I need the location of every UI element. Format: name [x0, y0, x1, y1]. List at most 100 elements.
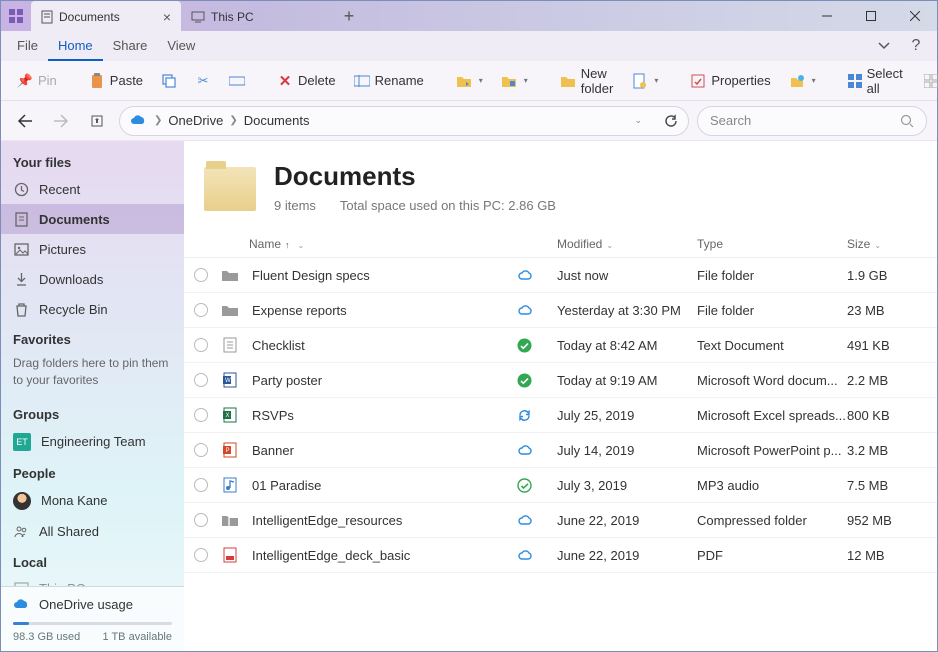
row-select[interactable] — [194, 268, 208, 282]
file-type-icon: W — [220, 371, 240, 389]
tab-close-button[interactable]: × — [163, 9, 171, 25]
forward-button[interactable] — [47, 107, 75, 135]
sidebar-local-item[interactable]: This PC — [1, 574, 184, 586]
file-type-icon — [220, 266, 240, 284]
file-type-icon — [220, 336, 240, 354]
tab-this-pc[interactable]: This PC — [181, 1, 331, 31]
file-modified: July 14, 2019 — [557, 443, 697, 458]
new-tab-button[interactable]: + — [331, 1, 367, 31]
file-row[interactable]: WParty posterToday at 9:19 AMMicrosoft W… — [184, 363, 937, 398]
sidebar-item-documents[interactable]: Documents — [1, 204, 184, 234]
sidebar-item-downloads[interactable]: Downloads — [1, 264, 184, 294]
open-icon — [789, 73, 805, 89]
sidebar-people-item[interactable]: All Shared — [1, 517, 184, 547]
file-name: RSVPs — [252, 408, 517, 423]
col-type[interactable]: Type — [697, 237, 847, 251]
copy-icon — [161, 73, 177, 89]
row-select[interactable] — [194, 548, 208, 562]
select-all-button[interactable]: Select all — [842, 62, 911, 100]
chevron-down-icon[interactable]: ⌄ — [874, 241, 881, 250]
file-size: 12 MB — [847, 548, 917, 563]
item-count: 9 items — [274, 198, 316, 213]
row-select[interactable] — [194, 478, 208, 492]
sidebar-item-recycle-bin[interactable]: Recycle Bin — [1, 294, 184, 324]
usage-avail: 1 TB available — [102, 631, 172, 643]
minimize-button[interactable] — [805, 1, 849, 31]
tab-documents[interactable]: Documents× — [31, 1, 181, 31]
sync-icon — [517, 408, 532, 423]
copyto-button[interactable]: ▾ — [495, 69, 534, 93]
file-size: 7.5 MB — [847, 478, 917, 493]
file-row[interactable]: XRSVPsJuly 25, 2019Microsoft Excel sprea… — [184, 398, 937, 433]
select-none-button[interactable] — [917, 69, 938, 93]
file-size: 1.9 GB — [847, 268, 917, 283]
breadcrumb-item[interactable]: Documents — [244, 113, 310, 128]
row-select[interactable] — [194, 303, 208, 317]
back-button[interactable] — [11, 107, 39, 135]
chevron-down-icon[interactable]: ⌄ — [606, 241, 613, 250]
row-select[interactable] — [194, 513, 208, 527]
sidebar-people-item[interactable]: Mona Kane — [1, 485, 184, 517]
moveto-button[interactable]: ▾ — [450, 69, 489, 93]
menu-view[interactable]: View — [157, 32, 205, 61]
copy-button[interactable] — [155, 69, 183, 93]
copypath-button[interactable] — [223, 69, 251, 93]
file-type: File folder — [697, 303, 847, 318]
new-folder-button[interactable]: New folder — [554, 62, 620, 100]
favorites-hint: Drag folders here to pin them to your fa… — [1, 351, 184, 399]
cloud-icon — [517, 304, 535, 316]
open-button[interactable]: ▾ — [783, 69, 822, 93]
cloud-icon — [517, 549, 535, 561]
menu-share[interactable]: Share — [103, 32, 158, 61]
rename-button[interactable]: Rename — [348, 69, 430, 93]
search-input[interactable]: Search — [697, 106, 927, 136]
row-select[interactable] — [194, 373, 208, 387]
col-size[interactable]: Size⌄ — [847, 237, 917, 251]
delete-button[interactable]: ✕Delete — [271, 69, 342, 93]
pc-icon — [191, 11, 205, 23]
breadcrumb-item[interactable]: OneDrive — [168, 113, 223, 128]
file-row[interactable]: Expense reportsYesterday at 3:30 PMFile … — [184, 293, 937, 328]
properties-button[interactable]: Properties — [684, 69, 776, 93]
file-row[interactable]: IntelligentEdge_deck_basicJune 22, 2019P… — [184, 538, 937, 573]
row-select[interactable] — [194, 338, 208, 352]
sidebar-item-label: Recycle Bin — [39, 302, 108, 317]
file-modified: Yesterday at 3:30 PM — [557, 303, 697, 318]
svg-text:X: X — [226, 413, 230, 419]
newitem-button[interactable]: ▾ — [625, 69, 664, 93]
col-modified[interactable]: Modified⌄ — [557, 237, 697, 251]
menu-home[interactable]: Home — [48, 32, 103, 61]
sidebar-item-recent[interactable]: Recent — [1, 174, 184, 204]
cut-button[interactable]: ✂ — [189, 69, 217, 93]
sidebar-group-item[interactable]: ETEngineering Team — [1, 426, 184, 458]
file-status — [517, 514, 557, 526]
file-name: IntelligentEdge_resources — [252, 513, 517, 528]
file-name: Party poster — [252, 373, 517, 388]
file-modified: Today at 8:42 AM — [557, 338, 697, 353]
file-row[interactable]: Fluent Design specsJust nowFile folder1.… — [184, 258, 937, 293]
maximize-button[interactable] — [849, 1, 893, 31]
file-row[interactable]: PBannerJuly 14, 2019Microsoft PowerPoint… — [184, 433, 937, 468]
pin-button[interactable]: 📌Pin — [11, 69, 63, 93]
refresh-button[interactable] — [664, 114, 678, 128]
ribbon-expand-button[interactable] — [869, 31, 899, 61]
file-row[interactable]: 01 ParadiseJuly 3, 2019MP3 audio7.5 MB — [184, 468, 937, 503]
menu-file[interactable]: File — [7, 32, 48, 61]
up-button[interactable] — [83, 107, 111, 135]
chevron-down-icon[interactable]: ⌄ — [298, 241, 305, 250]
row-select[interactable] — [194, 443, 208, 457]
sidebar-item-pictures[interactable]: Pictures — [1, 234, 184, 264]
file-row[interactable]: ChecklistToday at 8:42 AMText Document49… — [184, 328, 937, 363]
new-folder-label: New folder — [581, 66, 614, 96]
usage-bar — [13, 622, 172, 625]
cloud-icon — [517, 444, 535, 456]
row-select[interactable] — [194, 408, 208, 422]
file-row[interactable]: IntelligentEdge_resourcesJune 22, 2019Co… — [184, 503, 937, 538]
close-button[interactable] — [893, 1, 937, 31]
paste-button[interactable]: Paste — [83, 69, 149, 93]
col-name[interactable]: Name↑⌄ — [249, 237, 557, 251]
file-modified: Just now — [557, 268, 697, 283]
chevron-down-icon[interactable]: ⌄ — [634, 115, 642, 126]
help-button[interactable]: ? — [901, 31, 931, 61]
address-bar[interactable]: ❯ OneDrive ❯ Documents ⌄ — [119, 106, 689, 136]
